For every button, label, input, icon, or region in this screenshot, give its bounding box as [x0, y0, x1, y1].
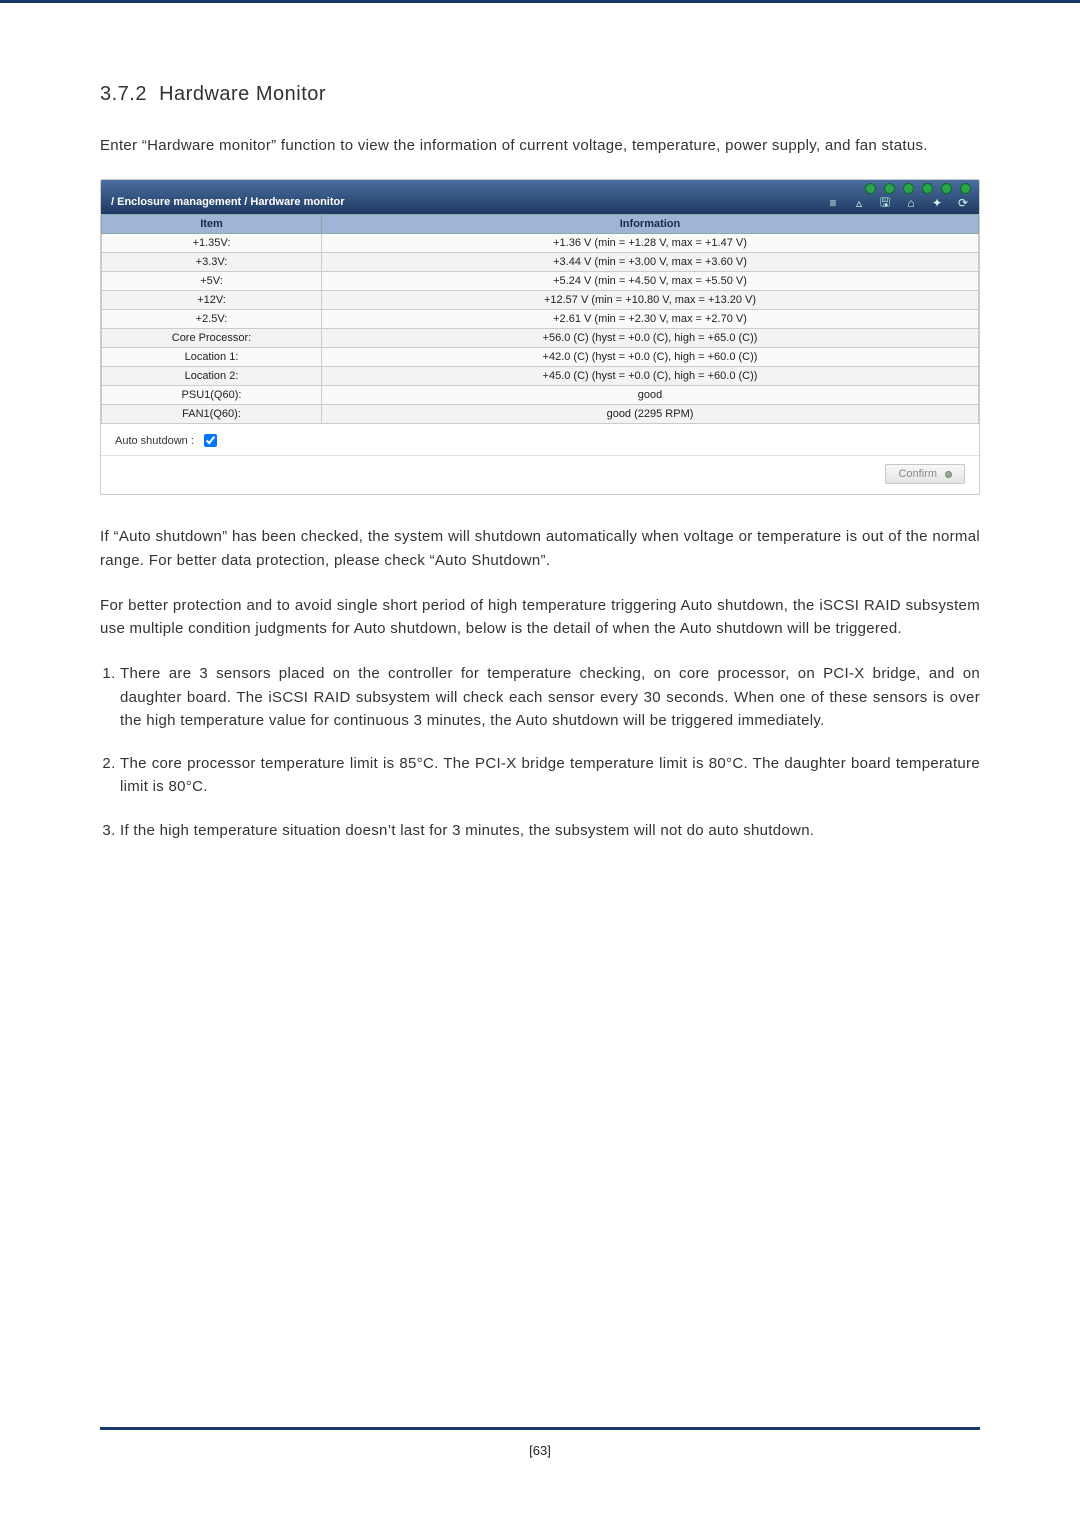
- info-cell: +5.24 V (min = +4.50 V, max = +5.50 V): [322, 272, 979, 291]
- info-cell: +12.57 V (min = +10.80 V, max = +13.20 V…: [322, 291, 979, 310]
- item-cell: +12V:: [102, 291, 322, 310]
- confirm-button-label: Confirm: [898, 468, 937, 480]
- table-row: +5V:+5.24 V (min = +4.50 V, max = +5.50 …: [102, 272, 979, 291]
- table-row: FAN1(Q60):good (2295 RPM): [102, 405, 979, 424]
- item-cell: PSU1(Q60):: [102, 386, 322, 405]
- table-row: Location 2:+45.0 (C) (hyst = +0.0 (C), h…: [102, 367, 979, 386]
- status-dot-icon: [903, 183, 914, 194]
- info-cell: +42.0 (C) (hyst = +0.0 (C), high = +60.0…: [322, 348, 979, 367]
- info-cell: good: [322, 386, 979, 405]
- status-dot-icon: [865, 183, 876, 194]
- list-item: The core processor temperature limit is …: [120, 752, 980, 799]
- section-title: Hardware Monitor: [159, 83, 326, 105]
- item-cell: FAN1(Q60):: [102, 405, 322, 424]
- item-cell: Location 2:: [102, 367, 322, 386]
- lock-icon[interactable]: ⌂: [903, 195, 919, 211]
- list-icon[interactable]: ≡: [825, 195, 841, 211]
- list-item: If the high temperature situation doesn’…: [120, 819, 980, 842]
- item-cell: +5V:: [102, 272, 322, 291]
- item-cell: +3.3V:: [102, 253, 322, 272]
- item-cell: Location 1:: [102, 348, 322, 367]
- auto-shutdown-row: Auto shutdown :: [101, 424, 979, 455]
- protection-paragraph: For better protection and to avoid singl…: [100, 594, 980, 641]
- section-heading: 3.7.2 Hardware Monitor: [100, 83, 980, 106]
- table-row: +12V:+12.57 V (min = +10.80 V, max = +13…: [102, 291, 979, 310]
- info-cell: +2.61 V (min = +2.30 V, max = +2.70 V): [322, 310, 979, 329]
- info-cell: +3.44 V (min = +3.00 V, max = +3.60 V): [322, 253, 979, 272]
- confirm-dot-icon: [945, 471, 952, 478]
- save-icon[interactable]: 🖫: [877, 195, 893, 211]
- info-cell: +56.0 (C) (hyst = +0.0 (C), high = +65.0…: [322, 329, 979, 348]
- table-row: Location 1:+42.0 (C) (hyst = +0.0 (C), h…: [102, 348, 979, 367]
- footer-divider: [100, 1427, 980, 1430]
- panel-topbar: ≡ ▵ 🖫 ⌂ ✦ ⟳ / Enclosure management / Har…: [101, 180, 979, 214]
- section-number: 3.7.2: [100, 83, 147, 105]
- status-dot-icon: [922, 183, 933, 194]
- info-cell: +45.0 (C) (hyst = +0.0 (C), high = +60.0…: [322, 367, 979, 386]
- status-dot-icon: [960, 183, 971, 194]
- tool-icon[interactable]: ✦: [929, 195, 945, 211]
- col-item: Item: [102, 215, 322, 234]
- refresh-icon[interactable]: ⟳: [955, 195, 971, 211]
- table-row: Core Processor:+56.0 (C) (hyst = +0.0 (C…: [102, 329, 979, 348]
- info-cell: good (2295 RPM): [322, 405, 979, 424]
- auto-shutdown-paragraph: If “Auto shutdown” has been checked, the…: [100, 525, 980, 572]
- breadcrumb: / Enclosure management / Hardware monito…: [111, 196, 345, 208]
- auto-shutdown-checkbox[interactable]: [204, 434, 217, 447]
- item-cell: +1.35V:: [102, 234, 322, 253]
- hardware-monitor-panel: ≡ ▵ 🖫 ⌂ ✦ ⟳ / Enclosure management / Har…: [100, 179, 980, 495]
- intro-paragraph: Enter “Hardware monitor” function to vie…: [100, 134, 980, 157]
- list-item: There are 3 sensors placed on the contro…: [120, 662, 980, 732]
- confirm-button[interactable]: Confirm: [885, 464, 965, 484]
- col-info: Information: [322, 215, 979, 234]
- shutdown-conditions-list: There are 3 sensors placed on the contro…: [120, 662, 980, 842]
- info-cell: +1.36 V (min = +1.28 V, max = +1.47 V): [322, 234, 979, 253]
- item-cell: +2.5V:: [102, 310, 322, 329]
- table-row: PSU1(Q60):good: [102, 386, 979, 405]
- item-cell: Core Processor:: [102, 329, 322, 348]
- table-row: +1.35V:+1.36 V (min = +1.28 V, max = +1.…: [102, 234, 979, 253]
- table-row: +3.3V:+3.44 V (min = +3.00 V, max = +3.6…: [102, 253, 979, 272]
- notify-icon[interactable]: ▵: [851, 195, 867, 211]
- status-dot-icon: [941, 183, 952, 194]
- table-row: +2.5V:+2.61 V (min = +2.30 V, max = +2.7…: [102, 310, 979, 329]
- page-number: [63]: [0, 1443, 1080, 1458]
- hardware-monitor-table: Item Information +1.35V:+1.36 V (min = +…: [101, 214, 979, 424]
- auto-shutdown-label: Auto shutdown :: [115, 435, 194, 447]
